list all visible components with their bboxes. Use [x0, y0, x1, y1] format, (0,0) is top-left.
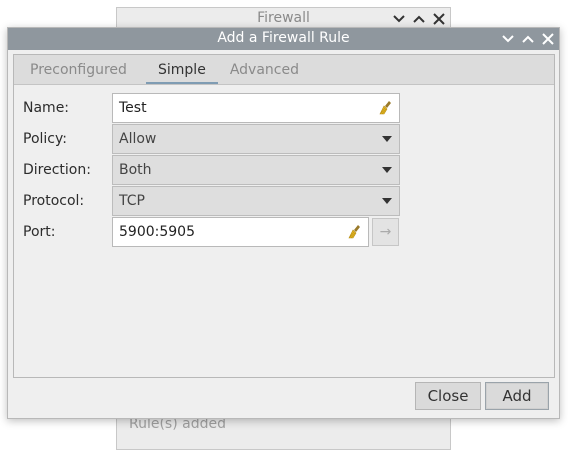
tab-bar: Preconfigured Simple Advanced — [14, 55, 554, 85]
port-label: Port: — [23, 224, 56, 240]
policy-value: Allow — [119, 131, 157, 147]
clear-icon[interactable] — [347, 224, 363, 240]
name-value: Test — [119, 100, 147, 116]
close-button[interactable]: Close — [415, 382, 481, 410]
dropdown-arrow-icon — [382, 167, 392, 173]
protocol-label: Protocol: — [23, 193, 85, 209]
policy-label: Policy: — [23, 131, 67, 147]
port-apply-button[interactable]: → — [372, 218, 399, 246]
tab-advanced[interactable]: Advanced — [218, 55, 311, 84]
policy-select[interactable]: Allow — [112, 124, 400, 154]
direction-value: Both — [119, 162, 152, 178]
tab-simple[interactable]: Simple — [146, 55, 218, 84]
dropdown-arrow-icon — [382, 136, 392, 142]
close-icon[interactable] — [541, 32, 555, 46]
minimize-icon[interactable] — [501, 32, 515, 46]
name-row: Name: Test — [23, 93, 423, 123]
close-icon[interactable] — [432, 12, 446, 26]
direction-label: Direction: — [23, 162, 91, 178]
protocol-select[interactable]: TCP — [112, 186, 400, 216]
dialog-title: Add a Firewall Rule — [217, 30, 350, 46]
port-row: Port: 5900:5905 → — [23, 217, 423, 247]
name-label: Name: — [23, 100, 70, 116]
direction-row: Direction: Both — [23, 155, 423, 185]
port-field[interactable]: 5900:5905 — [112, 217, 369, 247]
minimize-icon[interactable] — [392, 12, 406, 26]
port-value: 5900:5905 — [119, 224, 195, 240]
protocol-row: Protocol: TCP — [23, 186, 423, 216]
dropdown-arrow-icon — [382, 198, 392, 204]
tab-preconfigured[interactable]: Preconfigured — [24, 55, 146, 84]
maximize-icon[interactable] — [521, 32, 535, 46]
rule-notebook: Preconfigured Simple Advanced Name: Test… — [13, 54, 555, 378]
clear-icon[interactable] — [378, 100, 394, 116]
add-button[interactable]: Add — [485, 382, 549, 410]
maximize-icon[interactable] — [412, 12, 426, 26]
name-field[interactable]: Test — [112, 93, 400, 123]
direction-select[interactable]: Both — [112, 155, 400, 185]
protocol-value: TCP — [119, 193, 145, 209]
add-rule-dialog: Add a Firewall Rule Preconfigured Simple… — [7, 27, 560, 419]
arrow-right-icon: → — [379, 224, 392, 240]
dialog-titlebar[interactable]: Add a Firewall Rule — [8, 28, 559, 50]
policy-row: Policy: Allow — [23, 124, 423, 154]
